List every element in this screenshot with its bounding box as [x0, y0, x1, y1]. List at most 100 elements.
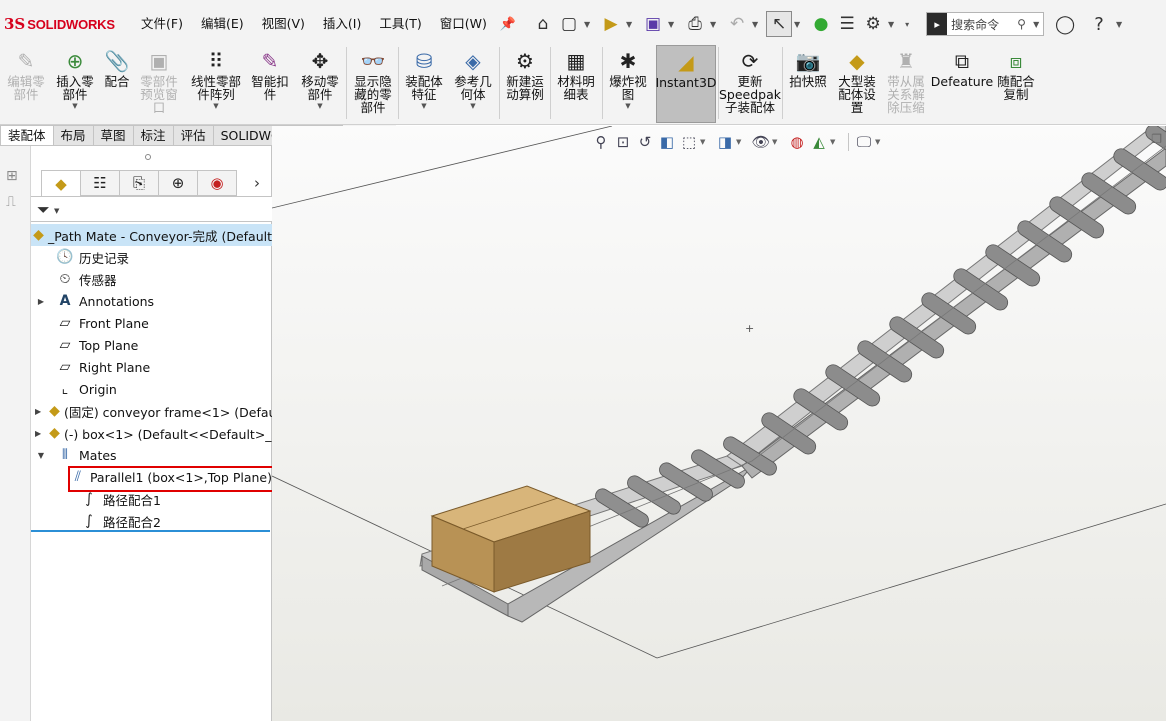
save-dropdown-icon[interactable]: ▼	[666, 20, 676, 29]
bom-button[interactable]: ▦ 材料明 细表	[552, 45, 600, 123]
dimxpert-tab[interactable]: ⊕	[158, 170, 198, 196]
tree-item-history[interactable]: 🕓 历史记录	[31, 246, 272, 268]
filter-dropdown-icon[interactable]: ▼	[54, 207, 59, 215]
reference-geometry-button[interactable]: ◈ 参考几 何体 ▼	[450, 45, 496, 123]
move-component-dropdown-icon[interactable]: ▼	[317, 102, 322, 110]
edit-appearance-icon[interactable]: ◍	[786, 131, 808, 153]
exploded-view-dropdown-icon[interactable]: ▼	[625, 102, 630, 110]
new-motion-study-button[interactable]: ⚙ 新建运 动算例	[501, 45, 549, 123]
tab-assembly[interactable]: 装配体	[0, 125, 54, 145]
appearance-tab[interactable]: ◉	[197, 170, 237, 196]
mate-button[interactable]: 📎 配合	[100, 45, 134, 123]
help-icon[interactable]: ?	[1086, 11, 1112, 37]
print-icon[interactable]: ⎙	[682, 11, 708, 37]
exploded-view-button[interactable]: ✱ 爆炸视 图 ▼	[604, 45, 652, 123]
help-dropdown-icon[interactable]: ▼	[1114, 20, 1124, 29]
configurationmanager-tab[interactable]: ⎘	[119, 170, 159, 196]
instant3d-button[interactable]: ◢ Instant3D	[655, 45, 717, 123]
solidworks-logo[interactable]: 3S SOLIDWORKS	[4, 0, 132, 48]
menu-view[interactable]: 视图(V)	[253, 0, 314, 48]
tree-item-box[interactable]: ▶ ◆ (-) box<1> (Default<<Default>_显	[31, 422, 272, 444]
select-pointer-icon[interactable]: ↖	[766, 11, 793, 37]
menu-edit[interactable]: 编辑(E)	[192, 0, 253, 48]
insert-component-button[interactable]: ⊕ 插入零 部件 ▼	[50, 45, 100, 123]
expand-arrow-icon[interactable]: ▶	[35, 429, 41, 438]
display-style-dropdown-icon[interactable]: ▼	[736, 138, 744, 146]
strip-tool-icon[interactable]: ⊞	[6, 168, 18, 184]
smart-fastener-button[interactable]: ✎ 智能扣 件	[247, 45, 293, 123]
options-dropdown-icon[interactable]: ▼	[886, 20, 896, 29]
featuremanager-tab[interactable]: ◆	[41, 170, 81, 196]
expand-arrow-icon[interactable]: ▶	[35, 407, 41, 416]
graphics-viewport[interactable]: + ⚲ ⊡ ↺ ◧ ⬚ ▼ ◨ ▼ 👁 ▼ ◍ ◭ ▼ 🖵 ▼ ❐	[272, 126, 1166, 721]
menu-file[interactable]: 文件(F)	[132, 0, 192, 48]
undo-icon[interactable]: ↶	[724, 11, 750, 37]
expand-arrow-icon[interactable]: ▶	[35, 297, 47, 306]
tree-item-annotations[interactable]: ▶ A Annotations	[31, 290, 272, 312]
options-gear-icon[interactable]: ⚙	[860, 11, 886, 37]
new-document-icon[interactable]: ▢	[556, 11, 582, 37]
propertymanager-tab[interactable]: ☷	[80, 170, 120, 196]
collapse-arrow-icon[interactable]: ▼	[35, 451, 47, 460]
component-preview-button[interactable]: ▣ 零部件 预览窗 口	[134, 45, 184, 123]
view-orientation-dropdown-icon[interactable]: ▼	[700, 138, 708, 146]
search-input[interactable]: 搜索命令	[947, 16, 1017, 33]
traffic-light-icon[interactable]: ●	[808, 11, 834, 37]
chevron-right-icon[interactable]: ›	[254, 174, 260, 192]
tab-sketch[interactable]: 草图	[92, 125, 134, 145]
dynamic-annotation-icon[interactable]: ⬚	[678, 131, 700, 153]
home-icon[interactable]: ⌂	[530, 11, 556, 37]
view-settings-monitor-icon[interactable]: 🖵	[853, 131, 875, 153]
zoom-to-fit-icon[interactable]: ⚲	[590, 131, 612, 153]
scene-dropdown-icon[interactable]: ▼	[830, 138, 838, 146]
tree-item-path-mate-2[interactable]: ∫ 路径配合2	[31, 510, 272, 532]
tree-item-sensors[interactable]: ⏲ 传感器	[31, 268, 272, 290]
menu-tools[interactable]: 工具(T)	[370, 0, 430, 48]
viewport-restore-icon[interactable]: ❐	[1151, 132, 1162, 146]
hide-show-items-icon[interactable]: 👁	[750, 131, 772, 153]
linear-pattern-button[interactable]: ⠿ 线性零部 件阵列 ▼	[186, 45, 246, 123]
large-assembly-settings-button[interactable]: ◆ 大型装 配体设 置	[832, 45, 882, 123]
open-folder-icon[interactable]: ▶	[598, 11, 624, 37]
update-speedpak-button[interactable]: ⟳ 更新 Speedpak 子装配体	[719, 45, 781, 123]
command-search-mode-icon[interactable]: ▸	[927, 13, 948, 35]
view-settings-dropdown-icon[interactable]: ▼	[875, 138, 883, 146]
apply-scene-icon[interactable]: ◭	[808, 131, 830, 153]
menu-insert[interactable]: 插入(I)	[314, 0, 370, 48]
strip-step-icon[interactable]: ⎍	[6, 194, 16, 210]
new-dropdown-icon[interactable]: ▼	[582, 20, 592, 29]
tab-evaluate[interactable]: 评估	[172, 125, 214, 145]
previous-view-icon[interactable]: ↺	[634, 131, 656, 153]
zoom-to-area-icon[interactable]: ⊡	[612, 131, 634, 153]
tree-item-front-plane[interactable]: ▱ Front Plane	[31, 312, 272, 334]
assembly-feature-dropdown-icon[interactable]: ▼	[421, 102, 426, 110]
file-properties-icon[interactable]: ☰	[834, 11, 860, 37]
hide-show-dropdown-icon[interactable]: ▼	[772, 138, 780, 146]
select-dropdown-icon[interactable]: ▼	[792, 20, 802, 29]
tab-markup[interactable]: 标注	[132, 125, 174, 145]
insert-component-dropdown-icon[interactable]: ▼	[72, 102, 77, 110]
menu-window[interactable]: 窗口(W)	[431, 0, 496, 48]
panel-grip[interactable]	[145, 154, 151, 160]
unsuppress-with-dependents-button[interactable]: ♜ 带从属 关系解 除压缩	[882, 45, 930, 123]
take-snapshot-button[interactable]: 📷 拍快照	[786, 45, 830, 123]
save-icon[interactable]: ▣	[640, 11, 666, 37]
undo-dropdown-icon[interactable]: ▼	[750, 20, 760, 29]
tab-layout[interactable]: 布局	[52, 125, 94, 145]
tree-item-conveyor-frame[interactable]: ▶ ◆ (固定) conveyor frame<1> (Defau	[31, 400, 272, 422]
pin-icon[interactable]: 📌	[500, 17, 516, 32]
tree-item-top-plane[interactable]: ▱ Top Plane	[31, 334, 272, 356]
search-icon[interactable]: ⚲	[1017, 17, 1033, 31]
linear-pattern-dropdown-icon[interactable]: ▼	[213, 102, 218, 110]
edit-component-button[interactable]: ✎ 编辑零 部件	[2, 45, 50, 123]
user-account-icon[interactable]: ◯	[1052, 11, 1078, 37]
open-dropdown-icon[interactable]: ▼	[624, 20, 634, 29]
defeature-button[interactable]: ⧉ Defeature	[931, 45, 993, 123]
show-hidden-components-button[interactable]: 👓 显示隐 藏的零 部件	[348, 45, 398, 123]
view-orientation-icon[interactable]: ◨	[714, 131, 736, 153]
filter-icon[interactable]: ⏷	[37, 200, 50, 220]
tree-item-right-plane[interactable]: ▱ Right Plane	[31, 356, 272, 378]
print-dropdown-icon[interactable]: ▼	[708, 20, 718, 29]
assembly-feature-button[interactable]: ⛁ 装配体 特征 ▼	[400, 45, 448, 123]
customize-dropdown-icon[interactable]: ▾	[902, 20, 912, 29]
